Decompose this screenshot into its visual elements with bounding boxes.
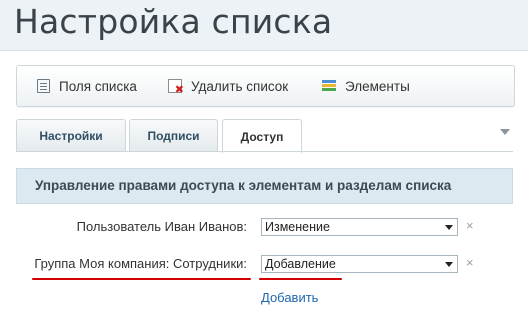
delete-list-button[interactable]: ✖ Удалить список	[168, 66, 288, 106]
add-permission-link[interactable]: Добавить	[261, 290, 318, 305]
permission-select-value: Добавление	[265, 257, 336, 271]
delete-list-icon: ✖	[168, 79, 184, 96]
access-subject-label: Группа Моя компания: Сотрудники:	[34, 256, 247, 271]
permission-select-value: Изменение	[265, 220, 330, 234]
list-fields-button[interactable]: Поля списка	[37, 66, 137, 106]
remove-row-close-icon[interactable]: ×	[466, 255, 474, 270]
highlight-underline	[259, 278, 342, 280]
elements-label: Элементы	[345, 78, 410, 94]
tab-settings[interactable]: Настройки	[16, 119, 126, 151]
content-area: Поля списка ✖ Удалить список Элементы На…	[0, 50, 528, 314]
tab-captions[interactable]: Подписи	[129, 119, 218, 151]
access-section-header: Управление правами доступа к элементам и…	[16, 168, 513, 204]
delete-list-label: Удалить список	[191, 78, 289, 94]
permission-select[interactable]: Добавление	[261, 255, 458, 273]
chevron-down-icon	[445, 262, 453, 267]
toolbar: Поля списка ✖ Удалить список Элементы	[16, 65, 515, 107]
tabs-menu-chevron-down-icon[interactable]	[500, 129, 510, 135]
tab-access[interactable]: Доступ	[222, 119, 302, 153]
elements-button[interactable]: Элементы	[322, 66, 410, 106]
page-title: Настройка списка	[14, 2, 333, 41]
list-fields-icon	[37, 79, 50, 93]
permission-select[interactable]: Изменение	[261, 218, 458, 236]
access-subject-label: Пользователь Иван Иванов:	[76, 219, 247, 234]
list-fields-label: Поля списка	[59, 78, 137, 94]
chevron-down-icon	[445, 225, 453, 230]
remove-row-close-icon[interactable]: ×	[466, 218, 474, 233]
highlight-underline	[32, 278, 251, 280]
elements-icon	[322, 80, 336, 92]
